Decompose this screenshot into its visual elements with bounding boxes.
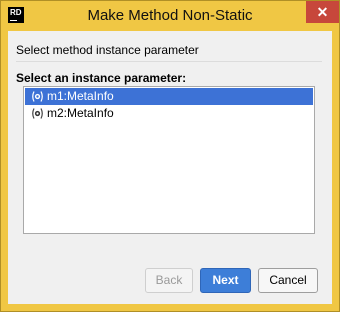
cancel-button[interactable]: Cancel xyxy=(258,268,318,293)
parameter-icon xyxy=(32,108,43,119)
close-button[interactable]: ✕ xyxy=(306,1,339,23)
list-item-label: m1:MetaInfo xyxy=(47,89,114,103)
title-bar[interactable]: RD Make Method Non-Static ✕ xyxy=(1,1,339,31)
parameter-list[interactable]: m1:MetaInfo m2:MetaInfo xyxy=(23,86,315,234)
divider xyxy=(16,61,322,62)
parameter-icon xyxy=(32,91,43,102)
list-item-m2[interactable]: m2:MetaInfo xyxy=(25,105,313,122)
parameter-list-label: Select an instance parameter: xyxy=(16,71,187,85)
next-button[interactable]: Next xyxy=(200,268,251,293)
list-item-label: m2:MetaInfo xyxy=(47,106,114,120)
close-icon: ✕ xyxy=(316,4,329,20)
window-title: Make Method Non-Static xyxy=(87,7,253,24)
instruction-text: Select method instance parameter xyxy=(16,43,199,57)
list-item-m1[interactable]: m1:MetaInfo xyxy=(25,88,313,105)
back-button[interactable]: Back xyxy=(145,268,193,293)
